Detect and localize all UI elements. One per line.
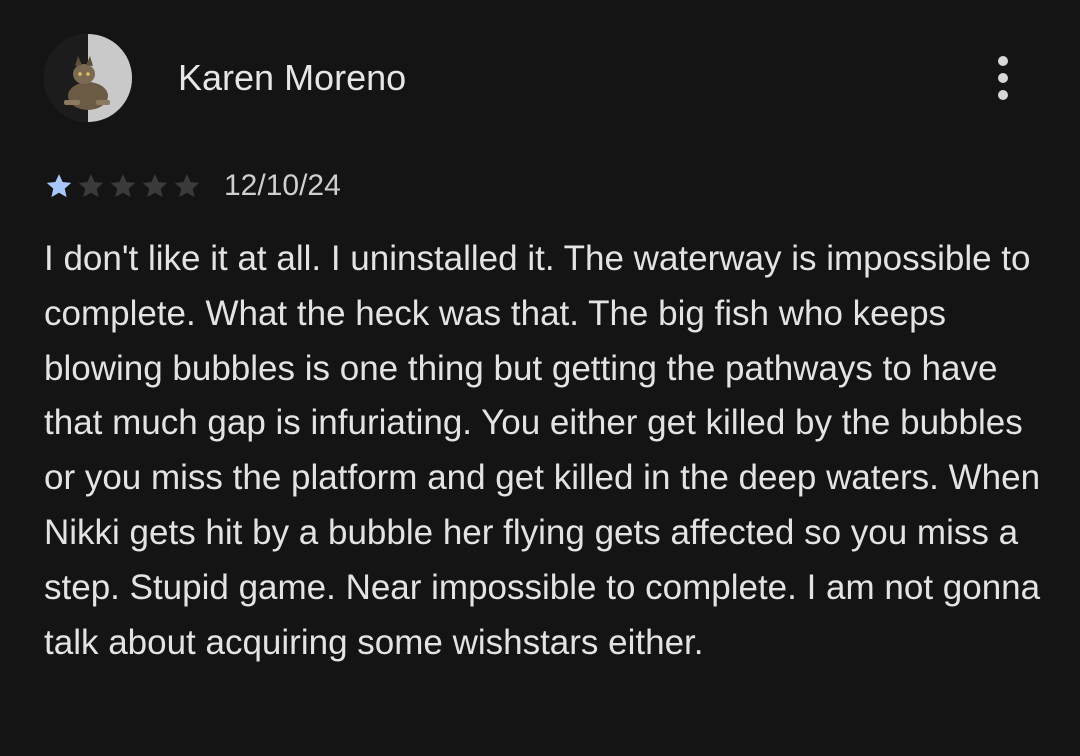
rating-row: 12/10/24 — [44, 166, 341, 206]
review-text: I don't like it at all. I uninstalled it… — [44, 239, 1041, 662]
avatar[interactable] — [44, 34, 132, 122]
star-empty-icon — [78, 174, 104, 198]
more-vert-icon-dot — [998, 90, 1008, 100]
more-vert-icon-dot — [998, 73, 1008, 83]
star-empty-icon — [110, 174, 136, 198]
review-date: 12/10/24 — [224, 169, 341, 202]
more-vert-icon — [998, 56, 1008, 66]
star-empty-icon — [142, 174, 168, 198]
star-filled-icon — [46, 174, 72, 198]
more-options-button[interactable] — [980, 50, 1026, 106]
review-card: Karen Moreno 12/10/24 I don't like it at… — [0, 0, 1080, 756]
cat-photo-icon — [44, 34, 132, 122]
star-empty-icon — [174, 174, 200, 198]
author-name: Karen Moreno — [178, 57, 407, 98]
star-rating — [44, 171, 202, 201]
